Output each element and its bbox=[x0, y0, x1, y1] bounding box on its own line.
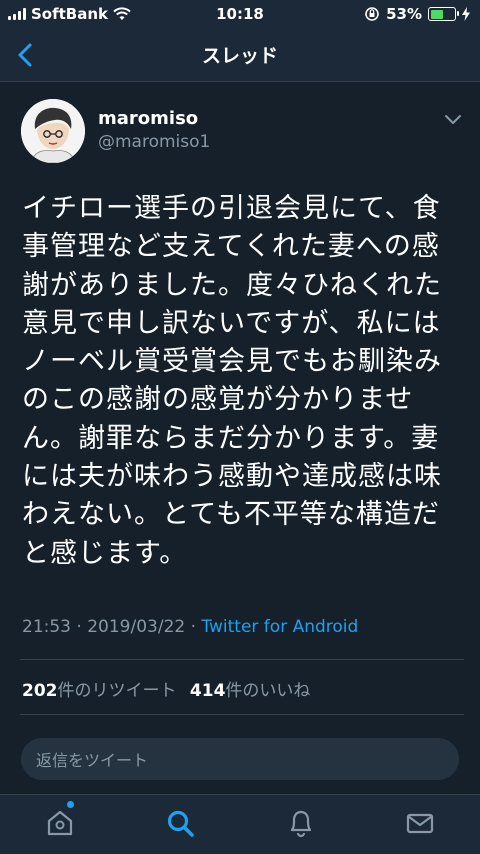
nav-bar: スレッド bbox=[0, 28, 480, 82]
avatar-illustration-icon bbox=[21, 99, 85, 163]
battery-percent: 53% bbox=[386, 5, 422, 23]
user-handle[interactable]: @maromiso1 bbox=[98, 132, 210, 152]
mail-icon[interactable] bbox=[405, 808, 435, 838]
orientation-lock-icon bbox=[365, 7, 379, 21]
bell-icon[interactable] bbox=[286, 808, 316, 838]
reply-bar: 返信をツイート bbox=[0, 724, 480, 794]
battery-icon bbox=[428, 7, 459, 21]
divider bbox=[20, 714, 464, 715]
tweet-text: イチロー選手の引退会見にて、食 事管理など支えてくれた妻への感 謝がありました。… bbox=[22, 193, 442, 569]
tweet-meta: 21:53 · 2019/03/22 · Twitter for Android bbox=[22, 617, 358, 637]
retweets-stat[interactable]: 202件のリツイート bbox=[22, 681, 177, 701]
user-name[interactable]: maromiso bbox=[98, 108, 198, 129]
meta-separator: · bbox=[71, 617, 88, 637]
like-count: 414 bbox=[189, 681, 226, 701]
tweet-date: 2019/03/22 bbox=[87, 617, 186, 637]
battery-group: 53% bbox=[364, 5, 470, 23]
status-bar: SoftBank 10:18 53% bbox=[0, 0, 480, 28]
divider bbox=[20, 659, 464, 660]
like-label: 件のいいね bbox=[225, 681, 311, 701]
likes-stat[interactable]: 414件のいいね bbox=[190, 681, 311, 701]
avatar[interactable] bbox=[21, 99, 85, 163]
retweet-label: 件のリツイート bbox=[57, 681, 177, 701]
charging-icon bbox=[462, 7, 470, 21]
tweet-time: 21:53 bbox=[22, 617, 71, 637]
chevron-down-icon[interactable] bbox=[444, 112, 462, 126]
retweet-count: 202 bbox=[22, 681, 58, 701]
reply-input[interactable]: 返信をツイート bbox=[21, 738, 459, 780]
notification-dot bbox=[67, 801, 74, 808]
tweet-source-link[interactable]: Twitter for Android bbox=[201, 617, 358, 637]
meta-separator: · bbox=[185, 617, 202, 637]
search-icon[interactable] bbox=[165, 808, 195, 838]
home-icon[interactable] bbox=[45, 808, 75, 838]
page-title: スレッド bbox=[201, 45, 278, 67]
tweet-stats: 202件のリツイート 414件のいいね bbox=[22, 676, 310, 701]
